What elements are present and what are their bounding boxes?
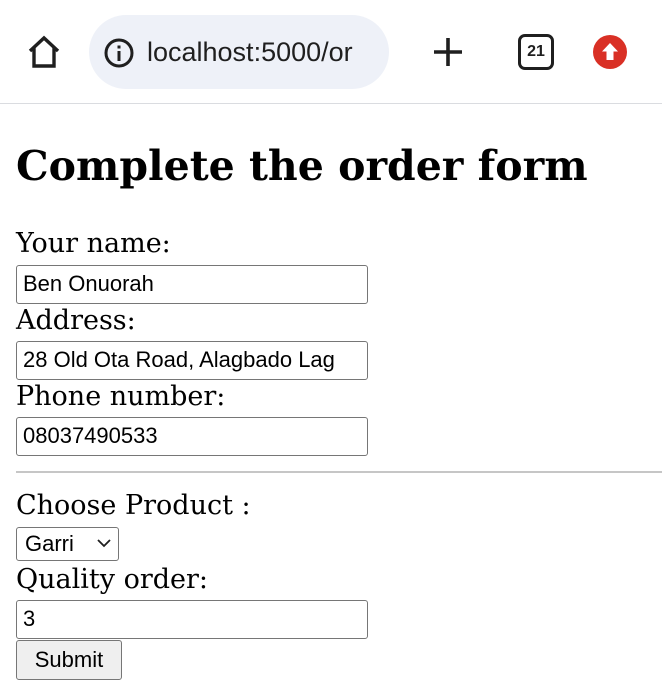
browser-toolbar: localhost:5000/or 21	[0, 0, 662, 104]
quantity-label: Quality order:	[16, 564, 209, 595]
new-tab-plus-icon[interactable]	[426, 30, 470, 74]
address-label: Address:	[16, 305, 136, 336]
chevron-down-icon	[97, 539, 111, 548]
name-input[interactable]: Ben Onuorah	[16, 265, 368, 304]
tab-count: 21	[518, 34, 554, 70]
product-select[interactable]: Garri	[16, 527, 119, 561]
phone-input[interactable]: 08037490533	[16, 417, 368, 456]
tab-switcher-button[interactable]: 21	[518, 34, 554, 70]
product-selected-value: Garri	[25, 531, 74, 556]
info-icon[interactable]	[103, 37, 135, 69]
name-label: Your name:	[16, 228, 171, 259]
quantity-input[interactable]: 3	[16, 600, 368, 639]
update-arrow-icon[interactable]	[593, 35, 627, 69]
address-input[interactable]: 28 Old Ota Road, Alagbado Lag	[16, 341, 368, 380]
submit-button[interactable]: Submit	[16, 640, 122, 680]
address-bar[interactable]: localhost:5000/or	[89, 15, 389, 89]
product-label: Choose Product :	[16, 490, 251, 521]
page-title: Complete the order form	[16, 142, 588, 190]
home-button[interactable]	[22, 32, 66, 72]
home-icon	[28, 35, 60, 68]
phone-label: Phone number:	[16, 381, 226, 412]
url-text: localhost:5000/or	[147, 37, 353, 67]
form-divider	[16, 471, 662, 473]
